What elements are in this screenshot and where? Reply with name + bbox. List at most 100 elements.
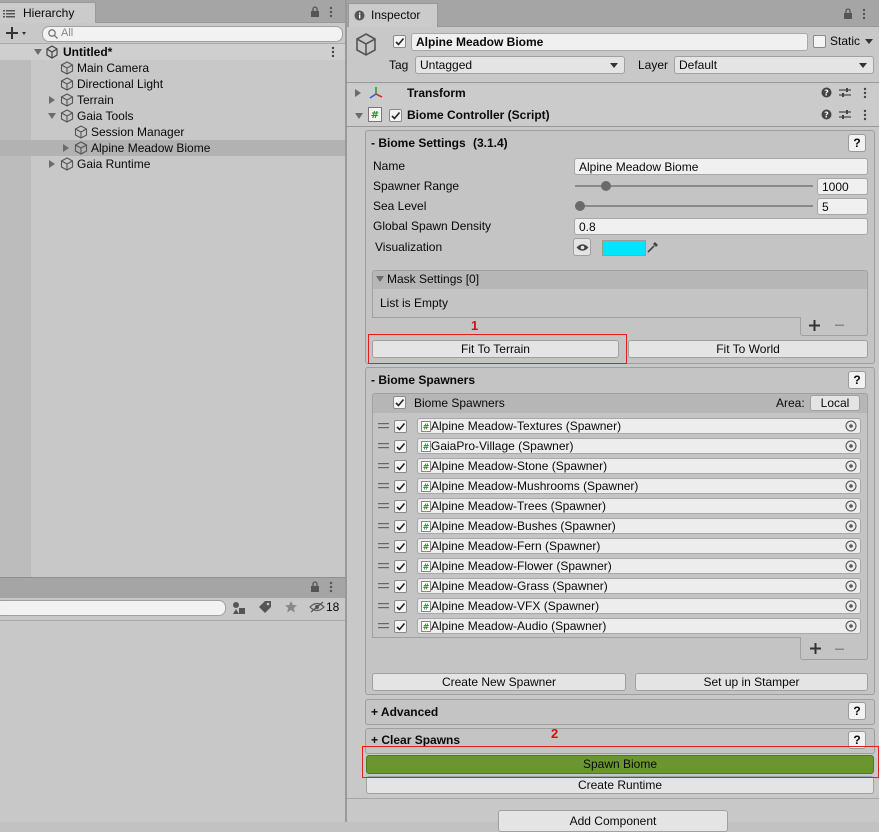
object-picker-icon[interactable] bbox=[845, 440, 857, 452]
lock-icon[interactable] bbox=[843, 8, 853, 19]
object-picker-icon[interactable] bbox=[845, 520, 857, 532]
sea-level-slider-handle[interactable] bbox=[575, 201, 585, 211]
clear-spawns-header[interactable]: + Clear Spawns bbox=[371, 733, 460, 747]
spawner-enabled-checkbox[interactable] bbox=[394, 480, 407, 493]
more-options-icon[interactable] bbox=[329, 6, 333, 18]
biome-settings-header[interactable]: - Biome Settings bbox=[371, 136, 466, 150]
drag-handle-icon[interactable] bbox=[378, 423, 389, 429]
set-up-in-stamper-button[interactable]: Set up in Stamper bbox=[635, 673, 868, 691]
lock-icon[interactable] bbox=[310, 6, 320, 17]
spawner-enabled-checkbox[interactable] bbox=[394, 540, 407, 553]
script-enabled-checkbox[interactable] bbox=[389, 109, 402, 122]
expand-arrow-icon[interactable] bbox=[63, 144, 69, 152]
drag-handle-icon[interactable] bbox=[378, 443, 389, 449]
object-name-field[interactable]: Alpine Meadow Biome bbox=[411, 33, 808, 51]
spawner-object-field[interactable]: # Alpine Meadow-Stone (Spawner) bbox=[417, 458, 861, 474]
object-picker-icon[interactable] bbox=[845, 500, 857, 512]
spawner-enabled-checkbox[interactable] bbox=[394, 420, 407, 433]
hidden-eye-icon[interactable] bbox=[309, 601, 325, 613]
remove-minus-icon[interactable] bbox=[835, 648, 844, 651]
spawner-object-field[interactable]: # Alpine Meadow-Fern (Spawner) bbox=[417, 538, 861, 554]
presets-sliders-icon[interactable] bbox=[839, 109, 851, 120]
tag-dropdown[interactable]: Untagged bbox=[415, 56, 625, 74]
collapse-arrow-icon[interactable] bbox=[355, 113, 363, 119]
drag-handle-icon[interactable] bbox=[378, 603, 389, 609]
collapse-arrow-icon[interactable] bbox=[376, 276, 384, 282]
more-options-icon[interactable] bbox=[329, 581, 333, 593]
drag-handle-icon[interactable] bbox=[378, 503, 389, 509]
spawner-object-field[interactable]: # Alpine Meadow-Trees (Spawner) bbox=[417, 498, 861, 514]
expand-arrow-icon[interactable] bbox=[48, 113, 56, 119]
expand-arrow-icon[interactable] bbox=[49, 96, 55, 104]
spawner-list-item[interactable]: # Alpine Meadow-Textures (Spawner) bbox=[373, 417, 863, 435]
drag-handle-icon[interactable] bbox=[378, 483, 389, 489]
chevron-down-icon[interactable] bbox=[865, 39, 873, 45]
help-button[interactable]: ? bbox=[848, 371, 866, 389]
object-picker-icon[interactable] bbox=[845, 420, 857, 432]
more-options-icon[interactable] bbox=[862, 8, 866, 20]
tab-inspector[interactable]: Inspector bbox=[348, 3, 438, 27]
spawner-object-field[interactable]: # Alpine Meadow-Textures (Spawner) bbox=[417, 418, 861, 434]
spawner-object-field[interactable]: # Alpine Meadow-Grass (Spawner) bbox=[417, 578, 861, 594]
spawner-list-item[interactable]: # GaiaPro-Village (Spawner) bbox=[373, 437, 863, 455]
area-dropdown[interactable]: Local bbox=[810, 395, 860, 411]
spawner-list-item[interactable]: # Alpine Meadow-Audio (Spawner) bbox=[373, 617, 863, 635]
spawner-list-item[interactable]: # Alpine Meadow-Stone (Spawner) bbox=[373, 457, 863, 475]
add-plus-icon[interactable] bbox=[5, 25, 29, 41]
spawner-list-item[interactable]: # Alpine Meadow-Trees (Spawner) bbox=[373, 497, 863, 515]
spawner-enabled-checkbox[interactable] bbox=[394, 600, 407, 613]
component-menu-icon[interactable] bbox=[863, 109, 867, 121]
object-picker-icon[interactable] bbox=[845, 460, 857, 472]
spawner-object-field[interactable]: # Alpine Meadow-Audio (Spawner) bbox=[417, 618, 861, 634]
help-icon[interactable]: ? bbox=[821, 87, 832, 98]
drag-handle-icon[interactable] bbox=[378, 523, 389, 529]
advanced-header[interactable]: + Advanced bbox=[371, 705, 438, 719]
add-component-button[interactable]: Add Component bbox=[498, 810, 728, 832]
scene-menu-icon[interactable] bbox=[331, 46, 335, 58]
spawner-list-item[interactable]: # Alpine Meadow-Fern (Spawner) bbox=[373, 537, 863, 555]
spawner-list-item[interactable]: # Alpine Meadow-VFX (Spawner) bbox=[373, 597, 863, 615]
sea-level-field[interactable]: 5 bbox=[817, 198, 868, 215]
layer-dropdown[interactable]: Default bbox=[674, 56, 874, 74]
fit-to-world-button[interactable]: Fit To World bbox=[628, 340, 868, 358]
create-runtime-button[interactable]: Create Runtime bbox=[366, 776, 874, 794]
help-button[interactable]: ? bbox=[848, 702, 866, 720]
spawner-list-item[interactable]: # Alpine Meadow-Grass (Spawner) bbox=[373, 577, 863, 595]
spawner-object-field[interactable]: # Alpine Meadow-Bushes (Spawner) bbox=[417, 518, 861, 534]
sea-level-slider[interactable] bbox=[575, 205, 813, 207]
visualization-color-swatch[interactable] bbox=[602, 240, 646, 256]
hierarchy-search-input[interactable]: All bbox=[42, 26, 343, 42]
help-button[interactable]: ? bbox=[848, 134, 866, 152]
spawner-list-item[interactable]: # Alpine Meadow-Bushes (Spawner) bbox=[373, 517, 863, 535]
drag-handle-icon[interactable] bbox=[378, 583, 389, 589]
all-spawners-checkbox[interactable] bbox=[393, 396, 406, 409]
drag-handle-icon[interactable] bbox=[378, 563, 389, 569]
add-plus-icon[interactable] bbox=[809, 320, 820, 331]
object-picker-icon[interactable] bbox=[845, 540, 857, 552]
visualization-toggle[interactable] bbox=[573, 238, 591, 256]
create-new-spawner-button[interactable]: Create New Spawner bbox=[372, 673, 626, 691]
spawner-list-item[interactable]: # Alpine Meadow-Flower (Spawner) bbox=[373, 557, 863, 575]
spawner-enabled-checkbox[interactable] bbox=[394, 500, 407, 513]
spawner-list-item[interactable]: # Alpine Meadow-Mushrooms (Spawner) bbox=[373, 477, 863, 495]
spawner-enabled-checkbox[interactable] bbox=[394, 620, 407, 633]
help-icon[interactable]: ? bbox=[821, 109, 832, 120]
object-picker-icon[interactable] bbox=[845, 560, 857, 572]
static-checkbox[interactable] bbox=[813, 35, 826, 48]
drag-handle-icon[interactable] bbox=[378, 543, 389, 549]
spawner-enabled-checkbox[interactable] bbox=[394, 520, 407, 533]
spawner-enabled-checkbox[interactable] bbox=[394, 580, 407, 593]
spawner-enabled-checkbox[interactable] bbox=[394, 460, 407, 473]
object-picker-icon[interactable] bbox=[845, 620, 857, 632]
project-search-input[interactable] bbox=[0, 600, 226, 616]
drag-handle-icon[interactable] bbox=[378, 623, 389, 629]
lock-icon[interactable] bbox=[310, 581, 320, 592]
spawner-object-field[interactable]: # Alpine Meadow-Mushrooms (Spawner) bbox=[417, 478, 861, 494]
spawner-object-field[interactable]: # Alpine Meadow-VFX (Spawner) bbox=[417, 598, 861, 614]
active-checkbox[interactable] bbox=[393, 35, 406, 48]
spawner-object-field[interactable]: # GaiaPro-Village (Spawner) bbox=[417, 438, 861, 454]
spawner-range-slider-handle[interactable] bbox=[600, 181, 611, 191]
presets-sliders-icon[interactable] bbox=[839, 87, 851, 98]
component-menu-icon[interactable] bbox=[863, 87, 867, 99]
label-tag-icon[interactable] bbox=[258, 600, 272, 614]
